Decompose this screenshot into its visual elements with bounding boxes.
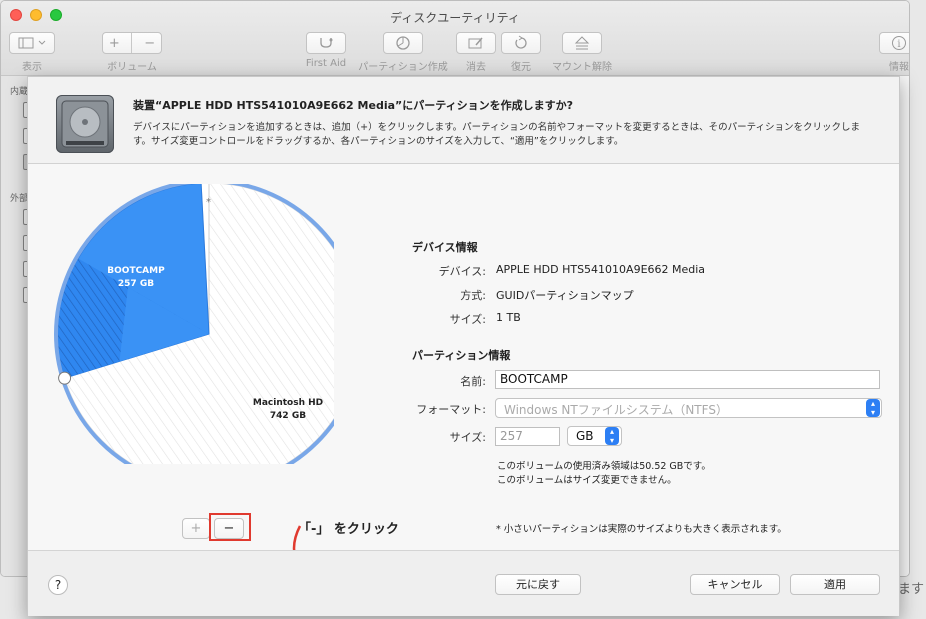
sheet-header: 装置“APPLE HDD HTS541010A9E662 Media”にパーティ… [28,77,899,164]
stethoscope-icon [320,38,333,48]
size-value: 1 TB [496,311,521,324]
partition-icon [396,36,410,50]
cancel-button[interactable]: キャンセル [690,574,780,595]
info-button[interactable]: i [879,32,909,54]
scheme-value: GUIDパーティションマップ [496,289,634,302]
volume-button-group: + − [102,32,162,54]
small-partition-footnote: * 小さいパーティションは実際のサイズよりも大きく表示されます。 [496,524,787,535]
partition-name-field[interactable]: BOOTCAMP [495,370,880,389]
device-info-heading: デバイス情報 [412,241,478,254]
unmount-button[interactable] [562,32,602,54]
hard-disk-icon [56,95,114,153]
device-label: デバイス: [438,265,486,278]
sidebar: 内蔵 外部 [1,76,30,576]
add-partition-button[interactable]: + [182,518,210,539]
info-label: 情報 [889,62,909,73]
resize-handle[interactable] [58,371,72,385]
divider [131,33,133,53]
partition-button[interactable] [383,32,423,54]
apply-button[interactable]: 適用 [790,574,880,595]
background-text-fragment: ます [898,582,925,597]
sidebar-view-icon [18,37,46,49]
device-value: APPLE HDD HTS541010A9E662 Media [496,263,706,276]
restore-button[interactable] [501,32,541,54]
partition-pie-chart[interactable] [54,184,334,464]
name-label: 名前: [460,375,486,388]
restore-icon [515,35,527,49]
format-select-value: Windows NTファイルシステム（NTFS） [504,403,728,417]
scheme-label: 方式: [460,289,486,302]
eject-icon [574,36,590,50]
size-unit-value: GB [576,429,594,443]
partition-editor: * BOOTCAMP 257 GB Macintosh HD 742 GB + … [28,164,899,598]
toolbar: ディスクユーティリティ 表示 + − ボリューム First Aid パーティシ… [1,1,909,76]
erase-button[interactable] [456,32,496,54]
window-title: ディスクユーティリティ [390,11,520,25]
unmount-label: マウント解除 [552,62,612,73]
first-aid-label: First Aid [305,58,347,69]
volume-label: ボリューム [107,62,157,73]
small-partition-marker: * [206,197,211,208]
info-icon: i [892,36,906,50]
sidebar-internal-heading: 内蔵 [10,87,29,97]
view-button[interactable] [9,32,55,54]
macintosh-slice-size: 742 GB [269,411,307,421]
help-button[interactable]: ? [48,575,68,595]
resize-note: このボリュームはサイズ変更できません。 [497,475,677,486]
partition-label: パーティション作成 [358,62,448,73]
restore-label: 復元 [511,62,531,73]
first-aid-button[interactable] [306,32,346,54]
format-label: フォーマット: [416,403,486,416]
chevron-updown-icon[interactable]: ▴ ▾ [605,427,619,445]
used-space-note: このボリュームの使用済み領域は50.52 GBです。 [497,461,711,472]
sheet-headline: 装置“APPLE HDD HTS541010A9E662 Media”にパーティ… [133,99,573,112]
partition-info-heading: パーティション情報 [412,349,511,362]
partition-size-field[interactable]: 257 [495,427,560,446]
format-select[interactable]: Windows NTファイルシステム（NTFS） [495,398,882,418]
partition-sheet: 装置“APPLE HDD HTS541010A9E662 Media”にパーティ… [27,76,900,616]
partition-size-label: サイズ: [449,431,486,444]
sheet-footer: ? 元に戻す キャンセル 適用 [28,550,899,616]
remove-volume-button[interactable]: − [144,36,155,51]
macintosh-slice-label: Macintosh HD [252,398,324,408]
bootcamp-slice-label: BOOTCAMP [107,266,165,276]
sidebar-external-heading: 外部 [10,194,29,204]
bootcamp-slice-size: 257 GB [117,279,155,289]
view-label: 表示 [22,62,42,73]
erase-icon [468,37,483,49]
size-label: サイズ: [449,313,486,326]
svg-text:i: i [897,39,900,50]
erase-label: 消去 [466,62,486,73]
sheet-description: デバイスにパーティションを追加するときは、追加（+）をクリックします。パーティシ… [133,122,861,147]
revert-button[interactable]: 元に戻す [495,574,581,595]
chevron-updown-icon[interactable]: ▴ ▾ [866,399,880,417]
content-area [899,76,909,576]
add-volume-button[interactable]: + [109,36,120,51]
